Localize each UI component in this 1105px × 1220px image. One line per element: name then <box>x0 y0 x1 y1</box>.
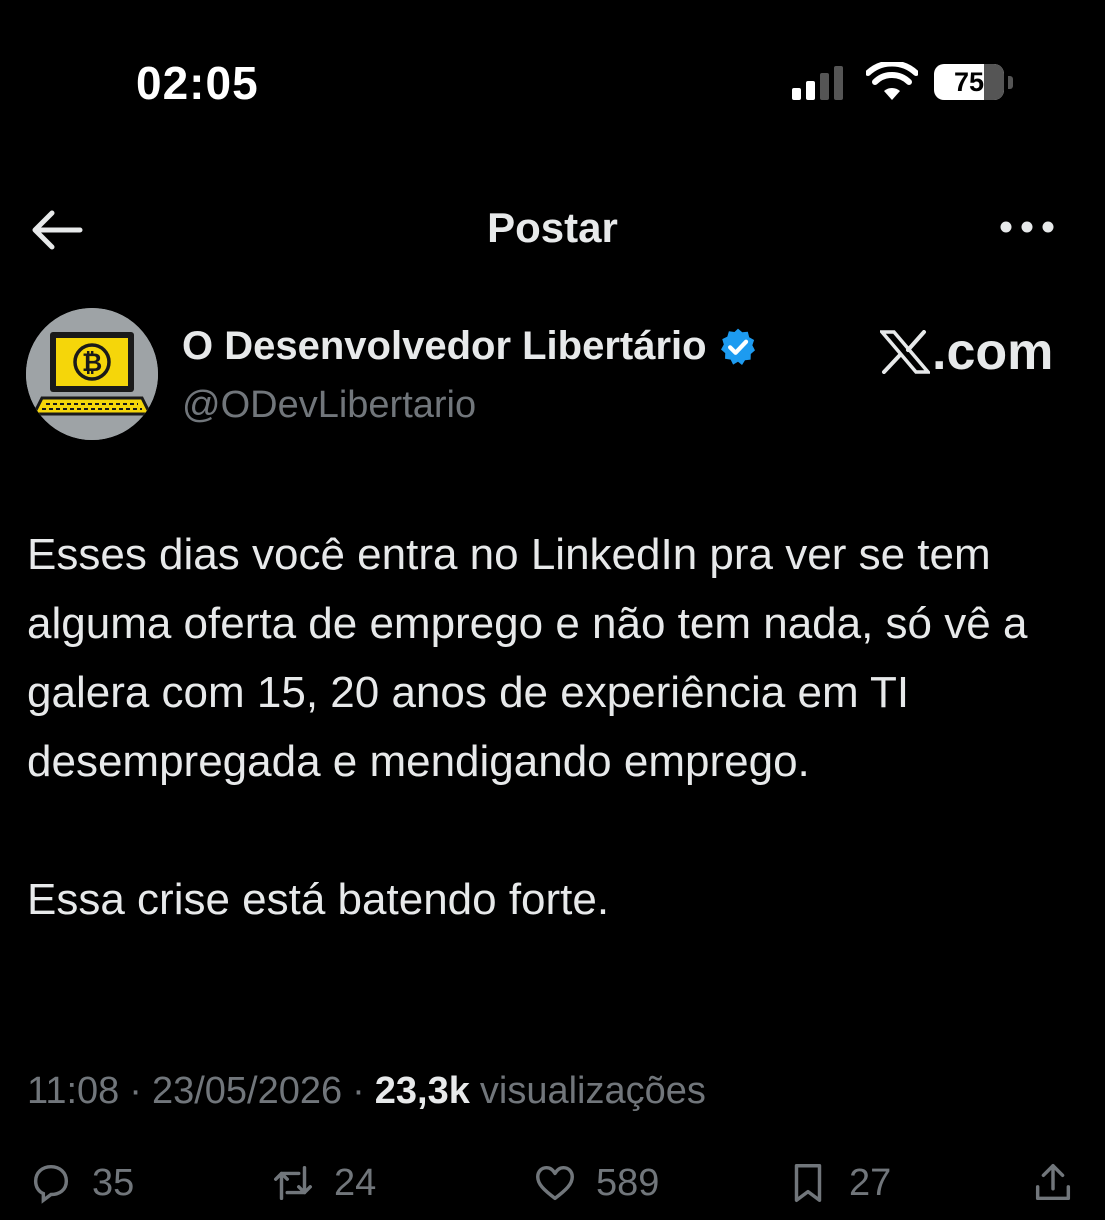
avatar[interactable]: ₿ <box>26 308 158 440</box>
status-time: 02:05 <box>136 57 259 109</box>
repost-icon <box>274 1165 312 1201</box>
reply-icon <box>33 1164 69 1204</box>
action-bar: 35 24 589 27 <box>0 1160 1105 1220</box>
x-logo-icon <box>880 330 930 374</box>
author-name-row[interactable]: O Desenvolvedor Libertário <box>182 324 759 369</box>
heart-icon <box>536 1165 574 1201</box>
meta-separator: · <box>352 1070 365 1112</box>
repost-button[interactable]: 24 <box>270 1160 376 1206</box>
share-button[interactable] <box>1030 1160 1076 1206</box>
verified-badge-icon <box>720 328 755 365</box>
bitcoin-laptop-icon: ₿ <box>26 308 158 440</box>
bookmark-icon <box>794 1164 822 1202</box>
repost-count: 24 <box>334 1161 377 1204</box>
post-paragraph: Essa crise está batendo forte. <box>27 875 610 924</box>
post-meta: 11:08 · 23/05/2026 · 23,3k visualizações <box>27 1070 706 1113</box>
wifi-icon <box>866 62 918 100</box>
author-handle[interactable]: @ODevLibertario <box>182 384 476 427</box>
views-count: 23,3k <box>374 1070 470 1112</box>
battery-icon: 75 <box>934 64 1004 100</box>
views-label: visualizações <box>479 1070 706 1112</box>
like-button[interactable]: 589 <box>532 1160 659 1206</box>
cellular-signal-icon <box>792 66 843 100</box>
post-text: Esses dias você entra no LinkedIn pra ve… <box>27 520 1067 934</box>
author-name[interactable]: O Desenvolvedor Libertário <box>182 324 707 369</box>
more-options-icon[interactable] <box>998 212 1056 242</box>
post-time[interactable]: 11:08 <box>27 1070 119 1113</box>
reply-count: 35 <box>92 1161 135 1204</box>
xcom-text: .com <box>932 323 1054 381</box>
xcom-watermark: .com <box>880 322 1053 382</box>
reply-button[interactable]: 35 <box>28 1160 134 1206</box>
battery-level: 75 <box>953 67 985 97</box>
page-title: Postar <box>487 204 618 251</box>
post-date[interactable]: 23/05/2026 <box>152 1070 342 1113</box>
like-count: 589 <box>596 1161 660 1204</box>
share-icon <box>1035 1164 1071 1201</box>
bookmark-count: 27 <box>849 1161 892 1204</box>
battery-indicator: 75 <box>934 64 1016 102</box>
meta-separator: · <box>129 1070 142 1112</box>
bookmark-button[interactable]: 27 <box>785 1160 891 1206</box>
post-paragraph: Esses dias você entra no LinkedIn pra ve… <box>27 530 1028 786</box>
svg-text:₿: ₿ <box>82 348 102 377</box>
